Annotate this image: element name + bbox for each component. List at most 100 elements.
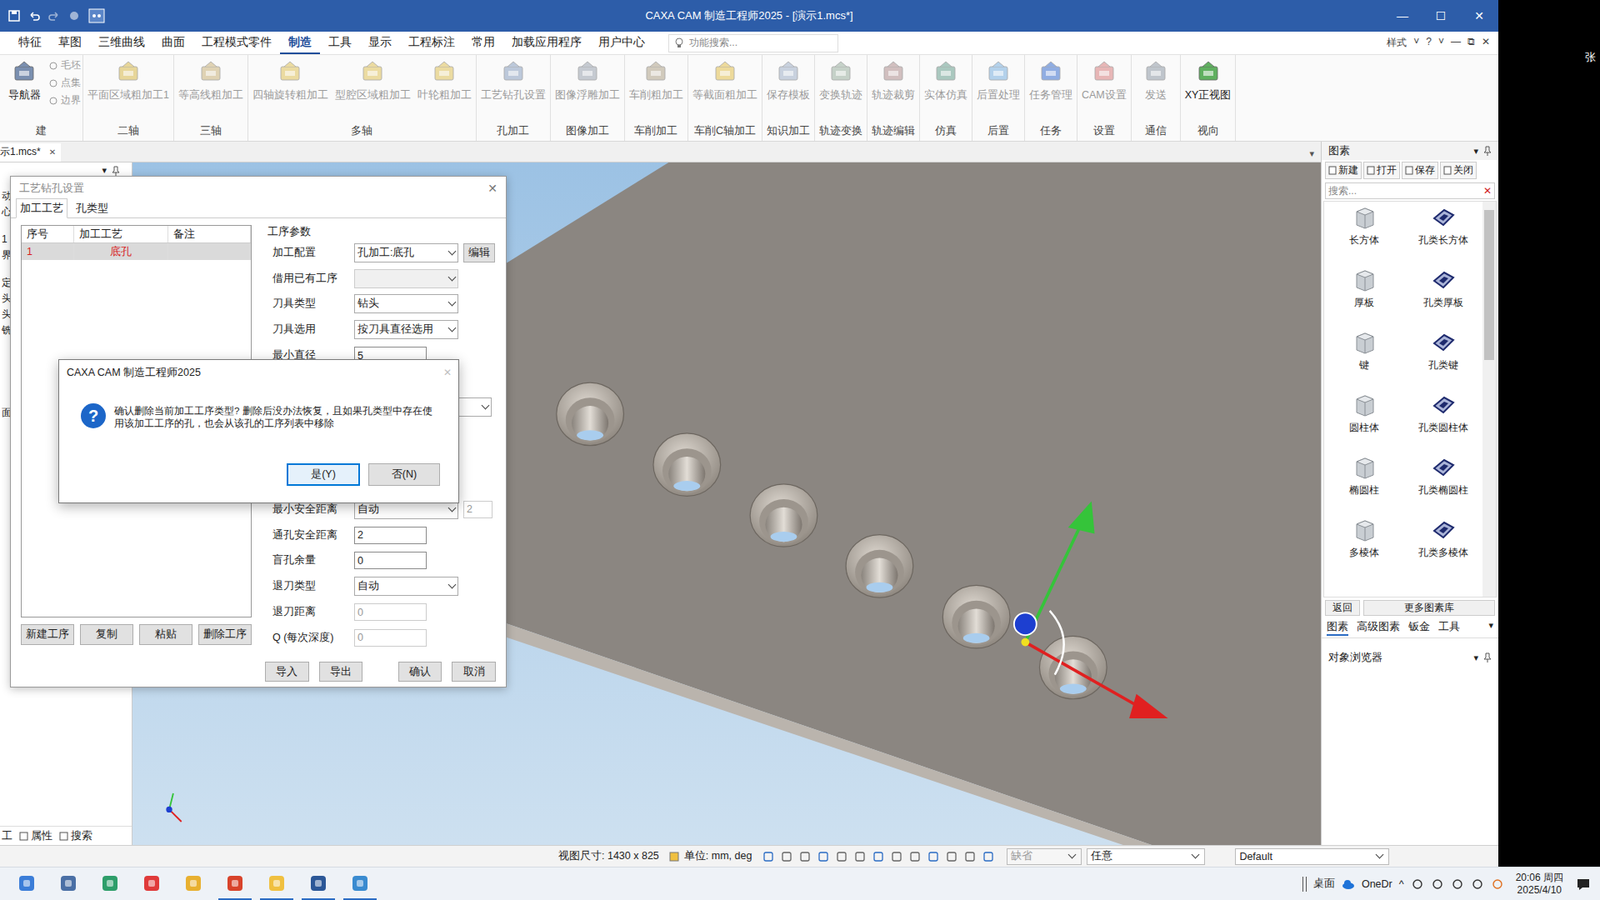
param-dropdown[interactable]	[354, 269, 459, 289]
ribbon-small-tool[interactable]: 边界	[48, 93, 81, 108]
menu-right-button[interactable]: —	[1450, 35, 1461, 50]
ribbon-tool[interactable]: 型腔区域粗加工	[332, 56, 414, 124]
status-combo[interactable]: 任意	[1086, 848, 1205, 865]
edit-button[interactable]: 编辑	[463, 243, 495, 263]
taskbar-app[interactable]	[176, 867, 210, 900]
library-item[interactable]: 圆柱体	[1324, 392, 1404, 455]
ribbon-tool[interactable]: 轨迹裁剪	[869, 56, 918, 124]
undo-icon[interactable]	[28, 10, 40, 22]
ribbon-small-tool[interactable]: 毛坯	[48, 58, 81, 73]
dialog-tab[interactable]: 加工工艺	[15, 198, 68, 219]
taskbar-app[interactable]	[218, 867, 252, 900]
ribbon-tool[interactable]: 实体仿真	[921, 56, 970, 124]
ribbon-tool[interactable]: 保存模板	[764, 56, 813, 124]
ribbon-tool[interactable]: 导航器	[1, 56, 47, 124]
ribbon-tool[interactable]: 四轴旋转粗加工	[250, 56, 331, 124]
library-item[interactable]: 孔类厚板	[1403, 267, 1483, 330]
param-input[interactable]: 2	[354, 526, 427, 545]
tray-icon[interactable]	[1410, 877, 1425, 891]
column-header[interactable]: 备注	[168, 225, 251, 243]
app-menu-icon[interactable]	[88, 8, 105, 24]
menu-right-button[interactable]: ✕	[1481, 35, 1490, 50]
tab-menu-button[interactable]: ▾	[1488, 620, 1494, 636]
dialog-tab[interactable]: 孔类型	[72, 199, 112, 218]
footer-button[interactable]: 确认	[398, 661, 443, 682]
panel-menu-button[interactable]: ▾	[1473, 652, 1479, 664]
ribbon-tool[interactable]: 变换轨迹	[816, 56, 865, 124]
feature-search[interactable]: 功能搜索...	[668, 34, 839, 53]
param-input[interactable]: 0	[354, 603, 427, 621]
desktop-toolbar[interactable]: 桌面	[1313, 876, 1335, 891]
library-button[interactable]: 新建	[1325, 161, 1362, 180]
taskbar-app[interactable]	[343, 867, 377, 900]
menu-right-button[interactable]: ?	[1425, 35, 1432, 50]
pin-icon[interactable]	[1483, 145, 1492, 156]
view-tool-icon[interactable]	[926, 850, 940, 864]
panel-tab[interactable]: 工具	[1438, 620, 1460, 636]
menu-item[interactable]: 常用	[463, 31, 504, 55]
ribbon-tool[interactable]: 等截面粗加工	[690, 56, 760, 124]
ribbon-tool[interactable]: 发送	[1133, 56, 1179, 124]
redo-icon[interactable]	[48, 10, 60, 22]
panel-tab[interactable]: 属性	[19, 829, 53, 844]
taskbar-app[interactable]	[135, 867, 169, 900]
ribbon-tool[interactable]: 叶轮粗加工	[415, 56, 475, 124]
library-item[interactable]: 键	[1324, 330, 1404, 393]
panel-menu-button[interactable]: ▾	[101, 165, 107, 176]
ribbon-tool[interactable]: 任务管理	[1026, 56, 1075, 124]
panel-tab[interactable]: 工	[1, 829, 13, 844]
view-tool-icon[interactable]	[981, 850, 995, 864]
menu-item[interactable]: 加载应用程序	[503, 31, 590, 55]
library-item[interactable]: 多棱体	[1324, 517, 1404, 580]
taskbar-app[interactable]	[51, 867, 85, 900]
library-search[interactable]: 搜索...✕	[1325, 182, 1495, 200]
footer-button[interactable]: 取消	[451, 661, 496, 682]
library-item[interactable]: 厚板	[1324, 267, 1404, 330]
footer-button[interactable]: 导入	[265, 661, 310, 682]
ribbon-tool[interactable]: 车削粗加工	[626, 56, 686, 124]
view-tool-icon[interactable]	[963, 850, 977, 864]
panel-tab[interactable]: 高级图素	[1356, 620, 1400, 636]
view-tool-icon[interactable]	[945, 850, 959, 864]
message-box-button[interactable]: 是(Y)	[286, 463, 360, 486]
panel-tab[interactable]: 钣金	[1408, 620, 1430, 636]
notification-icon[interactable]	[1575, 875, 1592, 893]
param-dropdown[interactable]: 钻头	[354, 294, 459, 314]
menu-item[interactable]: 三维曲线	[90, 31, 154, 55]
list-button[interactable]: 删除工序	[198, 624, 252, 645]
close-button[interactable]: ✕	[443, 366, 452, 379]
view-tool-icon[interactable]	[835, 850, 849, 864]
panel-tab[interactable]: 搜索	[59, 829, 93, 844]
library-button[interactable]: 关闭	[1440, 161, 1477, 180]
clear-search-button[interactable]: ✕	[1483, 185, 1492, 197]
view-tool-icon[interactable]	[908, 850, 922, 864]
table-row[interactable]: 1底孔	[21, 243, 251, 260]
transform-triad[interactable]	[1014, 500, 1169, 718]
counterbored-hole[interactable]	[942, 585, 1010, 648]
counterbored-hole[interactable]	[750, 484, 818, 547]
ribbon-tool[interactable]: 图像浮雕加工	[552, 56, 623, 124]
tray-icon[interactable]	[1450, 877, 1465, 891]
document-tab[interactable]: 示1.mcs*✕	[0, 143, 61, 162]
tray-icon[interactable]	[1470, 877, 1485, 891]
column-header[interactable]: 加工工艺	[74, 225, 169, 243]
ribbon-tool[interactable]: 工艺钻孔设置	[478, 56, 549, 124]
ribbon-tool[interactable]: XY正视图	[1182, 56, 1235, 124]
tray-icon[interactable]	[1490, 877, 1505, 891]
taskbar-app[interactable]	[260, 867, 294, 900]
library-item[interactable]: 长方体	[1324, 205, 1404, 268]
library-item[interactable]: 孔类椭圆柱	[1403, 455, 1483, 518]
tray-expand-button[interactable]: ^	[1399, 878, 1405, 890]
param-dropdown[interactable]: 孔加工:底孔	[354, 243, 459, 263]
menu-item[interactable]: 草图	[50, 31, 90, 55]
view-tool-icon[interactable]	[780, 850, 794, 864]
menu-right-button[interactable]: ˅	[1413, 35, 1420, 50]
taskbar-app[interactable]	[93, 867, 127, 900]
param-input[interactable]: 0	[354, 629, 427, 647]
close-tab-button[interactable]: ✕	[49, 147, 56, 157]
library-item[interactable]: 椭圆柱	[1324, 455, 1404, 518]
taskbar-app[interactable]	[10, 867, 44, 900]
view-tool-icon[interactable]	[761, 850, 775, 864]
menu-right-button[interactable]: ˅	[1438, 35, 1445, 50]
pin-icon[interactable]	[1483, 652, 1492, 663]
